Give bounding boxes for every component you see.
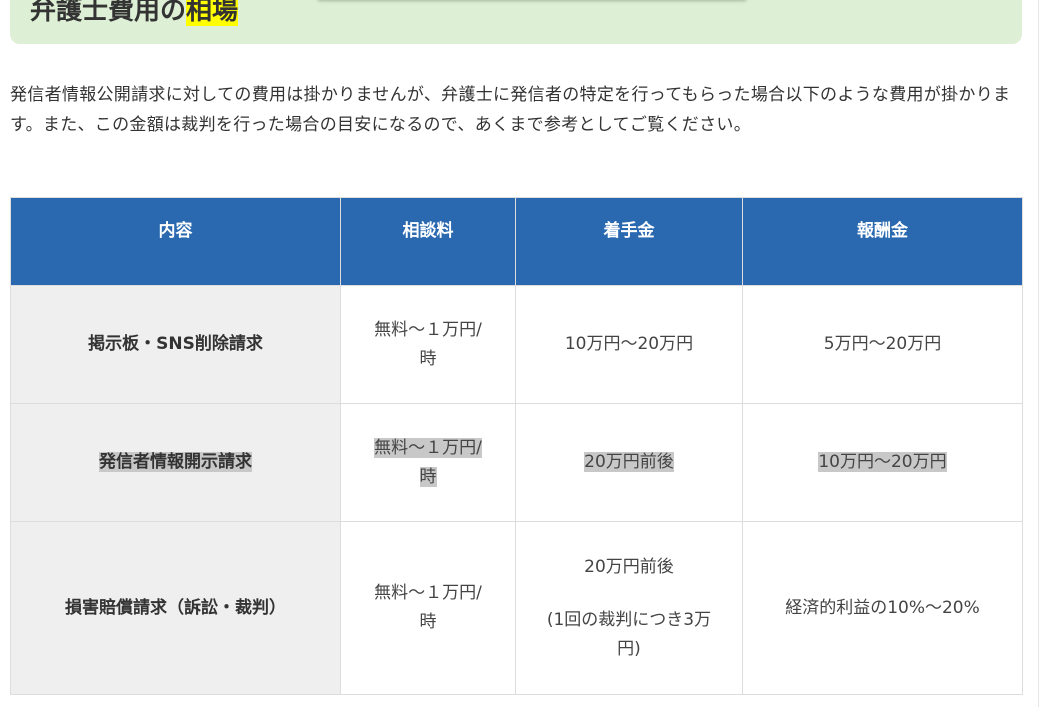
consultation-fee-cell: 無料～１万円/ 時 <box>340 403 516 522</box>
table-row-selected: 発信者情報開示請求 無料～１万円/ 時 20万円前後 10万円～20万円 <box>10 403 1023 522</box>
retainer-fee-cell: 10万円～20万円 <box>515 285 743 404</box>
heading-highlighted-text: 相場 <box>186 0 239 26</box>
page: 弁護士費用の相場 発信者情報公開請求に対しての費用は掛かりませんが、弁護士に発信… <box>0 0 1061 707</box>
section-heading: 弁護士費用の相場 <box>30 0 239 30</box>
fee-table: 内容 相談料 着手金 報酬金 掲示板・SNS削除請求 無料～１万円/ 時 10万… <box>10 197 1023 695</box>
retainer-fee-cell: 20万円前後 (1回の裁判につき3万 円) <box>515 521 743 695</box>
header-content: 内容 <box>10 197 341 286</box>
retainer-fee-cell: 20万円前後 <box>515 403 743 522</box>
reward-fee-cell: 10万円～20万円 <box>742 403 1023 522</box>
reward-fee-cell: 5万円～20万円 <box>742 285 1023 404</box>
consultation-fee-cell: 無料～１万円/ 時 <box>340 521 516 695</box>
header-consultation-fee: 相談料 <box>340 197 516 286</box>
row-label: 掲示板・SNS削除請求 <box>10 285 341 404</box>
consultation-fee-cell: 無料～１万円/ 時 <box>340 285 516 404</box>
row-label: 発信者情報開示請求 <box>10 403 341 522</box>
table-header-row: 内容 相談料 着手金 報酬金 <box>10 197 1023 286</box>
header-retainer-fee: 着手金 <box>515 197 743 286</box>
row-label: 損害賠償請求（訴訟・裁判） <box>10 521 341 695</box>
reward-fee-cell: 経済的利益の10%～20% <box>742 521 1023 695</box>
table-row: 損害賠償請求（訴訟・裁判） 無料～１万円/ 時 20万円前後 (1回の裁判につき… <box>10 521 1023 695</box>
table-row: 掲示板・SNS削除請求 無料～１万円/ 時 10万円～20万円 5万円～20万円 <box>10 285 1023 404</box>
intro-paragraph: 発信者情報公開請求に対しての費用は掛かりませんが、弁護士に発信者の特定を行っても… <box>10 85 1011 135</box>
header-reward-fee: 報酬金 <box>742 197 1023 286</box>
scrollbar-track[interactable] <box>1038 0 1039 707</box>
heading-plain-text: 弁護士費用の <box>30 0 187 26</box>
